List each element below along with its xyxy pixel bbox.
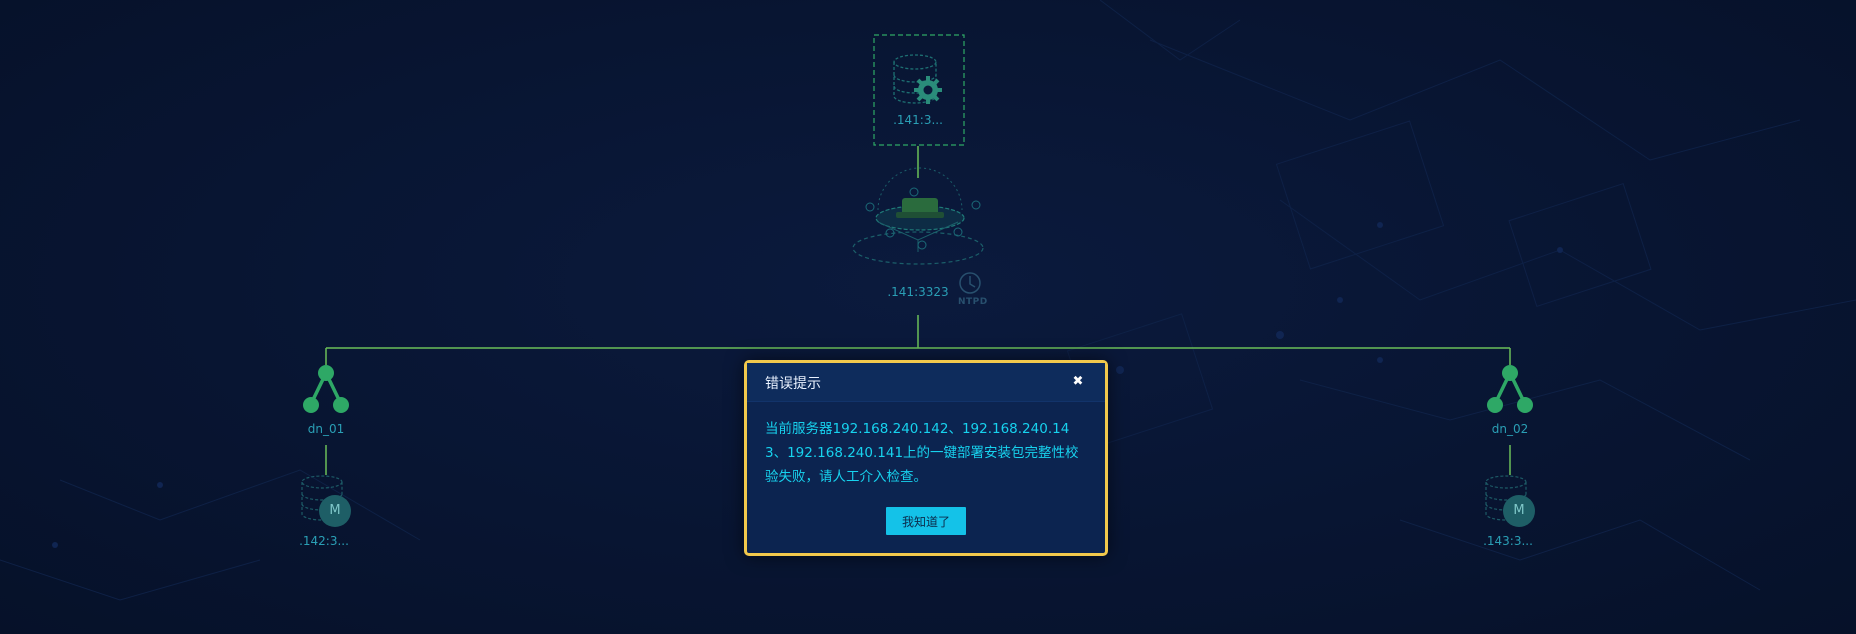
- database-gear-icon: [893, 54, 942, 104]
- db-label-left: .142:3...: [299, 534, 349, 548]
- close-icon[interactable]: ✖: [1071, 375, 1085, 389]
- master-badge-left: M: [329, 503, 341, 518]
- ntpd-badge: NTPD: [958, 297, 988, 307]
- group-label-left: dn_01: [307, 422, 345, 436]
- confirm-button[interactable]: 我知道了: [886, 507, 966, 535]
- database-master-left-icon[interactable]: [301, 475, 351, 527]
- group-label-right: dn_02: [1491, 422, 1529, 436]
- dialog-footer: 我知道了: [747, 502, 1105, 535]
- cluster-platform-icon[interactable]: [852, 167, 984, 265]
- dialog-title: 错误提示: [765, 376, 821, 392]
- clock-icon: [959, 272, 981, 294]
- dialog-header: 错误提示 ✖: [747, 363, 1105, 402]
- db-label-right: .143:3...: [1483, 534, 1533, 548]
- group-node-left-icon[interactable]: [303, 365, 349, 413]
- error-dialog: 错误提示 ✖ 当前服务器192.168.240.142、192.168.240.…: [744, 360, 1108, 556]
- mgmt-node-label: .141:3...: [893, 113, 943, 127]
- dialog-message: 当前服务器192.168.240.142、192.168.240.143、192…: [765, 421, 1079, 485]
- master-badge-right: M: [1513, 503, 1525, 518]
- group-node-right-icon[interactable]: [1487, 365, 1533, 413]
- cluster-node-label: .141:3323: [887, 285, 949, 299]
- database-master-right-icon[interactable]: [1485, 475, 1535, 527]
- mgmt-node[interactable]: [873, 34, 965, 146]
